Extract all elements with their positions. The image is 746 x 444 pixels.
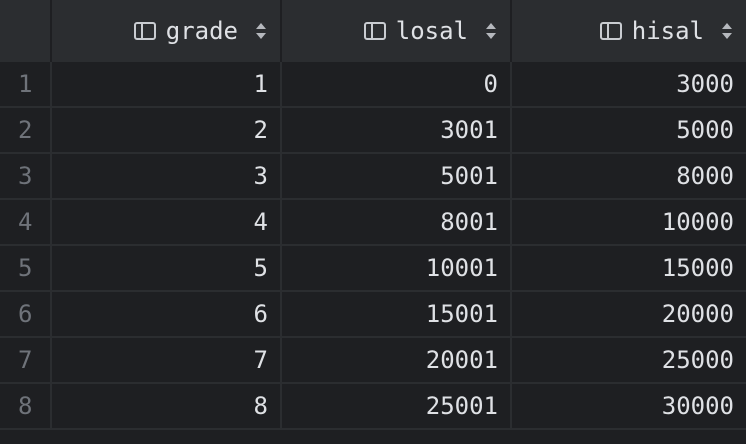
column-header-hisal[interactable]: hisal — [512, 0, 746, 62]
cell-losal[interactable]: 10001 — [282, 246, 512, 290]
cell-losal[interactable]: 15001 — [282, 292, 512, 336]
row-number[interactable]: 1 — [0, 62, 52, 106]
table-row[interactable]: 8 8 25001 30000 — [0, 384, 746, 430]
cell-losal[interactable]: 5001 — [282, 154, 512, 198]
cell-grade[interactable]: 6 — [52, 292, 282, 336]
row-number[interactable]: 2 — [0, 108, 52, 152]
cell-grade[interactable]: 3 — [52, 154, 282, 198]
column-header-grade[interactable]: grade — [52, 0, 282, 62]
column-icon — [363, 22, 386, 40]
cell-grade[interactable]: 5 — [52, 246, 282, 290]
cell-losal[interactable]: 20001 — [282, 338, 512, 382]
column-header-label: grade — [165, 17, 238, 45]
table-row[interactable]: 6 6 15001 20000 — [0, 292, 746, 338]
sort-icon[interactable] — [256, 22, 266, 40]
table-row[interactable]: 5 5 10001 15000 — [0, 246, 746, 292]
table-row[interactable]: 2 2 3001 5000 — [0, 108, 746, 154]
header-row: grade losal hisal — [0, 0, 746, 62]
sort-icon[interactable] — [486, 22, 496, 40]
result-grid: grade losal hisal 1 1 0 3000 2 2 3001 50… — [0, 0, 746, 444]
row-number[interactable]: 5 — [0, 246, 52, 290]
cell-hisal[interactable]: 25000 — [512, 338, 746, 382]
grid-footer — [0, 430, 746, 444]
cell-hisal[interactable]: 5000 — [512, 108, 746, 152]
cell-grade[interactable]: 7 — [52, 338, 282, 382]
cell-grade[interactable]: 8 — [52, 384, 282, 428]
cell-hisal[interactable]: 10000 — [512, 200, 746, 244]
column-header-label: losal — [395, 17, 468, 45]
column-header-losal[interactable]: losal — [282, 0, 512, 62]
column-icon — [133, 22, 156, 40]
table-row[interactable]: 4 4 8001 10000 — [0, 200, 746, 246]
column-header-label: hisal — [631, 17, 704, 45]
table-row[interactable]: 3 3 5001 8000 — [0, 154, 746, 200]
sort-icon[interactable] — [722, 22, 732, 40]
cell-losal[interactable]: 25001 — [282, 384, 512, 428]
table-row[interactable]: 7 7 20001 25000 — [0, 338, 746, 384]
cell-losal[interactable]: 0 — [282, 62, 512, 106]
cell-hisal[interactable]: 30000 — [512, 384, 746, 428]
cell-losal[interactable]: 8001 — [282, 200, 512, 244]
cell-hisal[interactable]: 8000 — [512, 154, 746, 198]
row-number[interactable]: 8 — [0, 384, 52, 428]
column-icon — [599, 22, 622, 40]
cell-hisal[interactable]: 20000 — [512, 292, 746, 336]
cell-grade[interactable]: 1 — [52, 62, 282, 106]
row-number[interactable]: 7 — [0, 338, 52, 382]
row-number[interactable]: 4 — [0, 200, 52, 244]
cell-grade[interactable]: 4 — [52, 200, 282, 244]
table-body: 1 1 0 3000 2 2 3001 5000 3 3 5001 8000 4… — [0, 62, 746, 430]
row-number[interactable]: 6 — [0, 292, 52, 336]
corner-cell[interactable] — [0, 0, 52, 62]
cell-hisal[interactable]: 3000 — [512, 62, 746, 106]
table-row[interactable]: 1 1 0 3000 — [0, 62, 746, 108]
cell-losal[interactable]: 3001 — [282, 108, 512, 152]
cell-hisal[interactable]: 15000 — [512, 246, 746, 290]
row-number[interactable]: 3 — [0, 154, 52, 198]
cell-grade[interactable]: 2 — [52, 108, 282, 152]
